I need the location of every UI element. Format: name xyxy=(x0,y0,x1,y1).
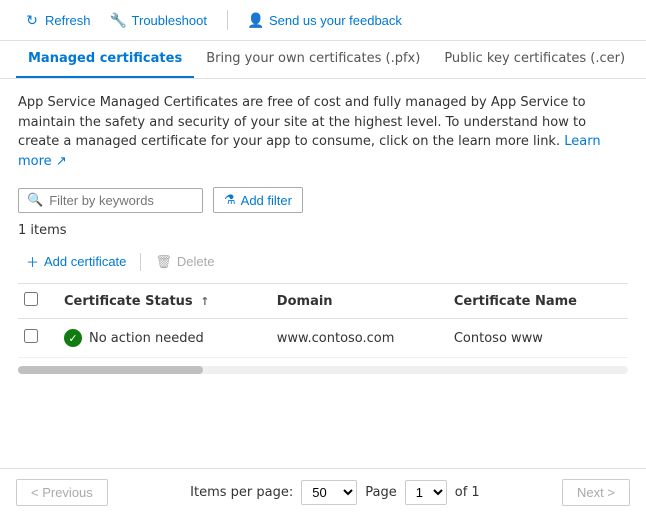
select-all-checkbox[interactable] xyxy=(24,292,38,306)
horizontal-scrollbar[interactable] xyxy=(18,366,628,374)
status-column-header: Certificate Status ↑ xyxy=(54,284,267,319)
external-link-icon: ↗ xyxy=(56,154,67,169)
select-all-header xyxy=(18,284,54,319)
previous-button[interactable]: < Previous xyxy=(16,479,108,506)
description-text: App Service Managed Certificates are fre… xyxy=(18,93,628,171)
delete-button[interactable]: 🗑 Delete xyxy=(147,250,222,274)
tab-cer-certificates[interactable]: Public key certificates (.cer) xyxy=(432,41,637,78)
name-column-header: Certificate Name xyxy=(444,284,628,319)
troubleshoot-label: Troubleshoot xyxy=(132,13,207,28)
troubleshoot-button[interactable]: 🔧 Troubleshoot xyxy=(103,8,215,32)
refresh-button[interactable]: ↻ Refresh xyxy=(16,8,99,32)
troubleshoot-icon: 🔧 xyxy=(111,12,127,28)
status-text: No action needed xyxy=(89,331,204,346)
row-checkbox[interactable] xyxy=(24,329,38,343)
tabs: Managed certificates Bring your own cert… xyxy=(0,41,646,79)
feedback-icon: 👤 xyxy=(248,12,264,28)
table-row: ✓ No action needed www.contoso.comContoso … xyxy=(18,319,628,358)
toolbar: ↻ Refresh 🔧 Troubleshoot 👤 Send us your … xyxy=(0,0,646,41)
plus-icon: ＋ xyxy=(26,252,39,271)
status-cell: ✓ No action needed xyxy=(54,319,267,358)
refresh-icon: ↻ xyxy=(24,12,40,28)
page-select[interactable]: 1 xyxy=(405,480,447,505)
items-per-page-label: Items per page: xyxy=(190,485,293,500)
feedback-label: Send us your feedback xyxy=(269,13,402,28)
toolbar-separator xyxy=(227,10,228,30)
pagination-footer: < Previous Items per page: 102050100 Pag… xyxy=(0,468,646,516)
of-label: of 1 xyxy=(455,485,480,500)
add-certificate-button[interactable]: ＋ Add certificate xyxy=(18,248,134,275)
add-filter-button[interactable]: ⚗ Add filter xyxy=(213,187,303,213)
filter-row: 🔍 ⚗ Add filter xyxy=(18,187,628,213)
row-checkbox-cell xyxy=(18,319,54,358)
table-header-row: Certificate Status ↑ Domain Certificate … xyxy=(18,284,628,319)
action-separator xyxy=(140,253,141,271)
add-filter-label: Add filter xyxy=(241,193,292,208)
actions-row: ＋ Add certificate 🗑 Delete xyxy=(18,248,628,284)
table-wrap: Certificate Status ↑ Domain Certificate … xyxy=(18,284,628,358)
scrollbar-thumb[interactable] xyxy=(18,366,203,374)
tab-pfx-certificates[interactable]: Bring your own certificates (.pfx) xyxy=(194,41,432,78)
next-button[interactable]: Next > xyxy=(562,479,630,506)
filter-funnel-icon: ⚗ xyxy=(224,192,236,208)
delete-label: Delete xyxy=(177,254,215,269)
filter-input-wrap: 🔍 xyxy=(18,188,203,213)
tab-managed-certificates[interactable]: Managed certificates xyxy=(16,41,194,78)
pagination-controls: Items per page: 102050100 Page 1 of 1 xyxy=(190,480,480,505)
certificate-name-cell: Contoso www xyxy=(444,319,628,358)
refresh-label: Refresh xyxy=(45,13,91,28)
items-per-page-select[interactable]: 102050100 xyxy=(301,480,357,505)
sort-icon: ↑ xyxy=(200,295,209,308)
domain-cell: www.contoso.com xyxy=(267,319,444,358)
filter-input[interactable] xyxy=(49,193,194,208)
next-section: Next > xyxy=(562,479,630,506)
trash-icon: 🗑 xyxy=(155,254,172,270)
search-icon: 🔍 xyxy=(27,193,43,208)
status-success-icon: ✓ xyxy=(64,329,82,347)
domain-column-header: Domain xyxy=(267,284,444,319)
feedback-button[interactable]: 👤 Send us your feedback xyxy=(240,8,410,32)
add-certificate-label: Add certificate xyxy=(44,254,126,269)
certificates-table: Certificate Status ↑ Domain Certificate … xyxy=(18,284,628,358)
item-count: 1 items xyxy=(18,223,628,238)
content-area: App Service Managed Certificates are fre… xyxy=(0,79,646,374)
page-label: Page xyxy=(365,485,396,500)
previous-section: < Previous xyxy=(16,479,108,506)
